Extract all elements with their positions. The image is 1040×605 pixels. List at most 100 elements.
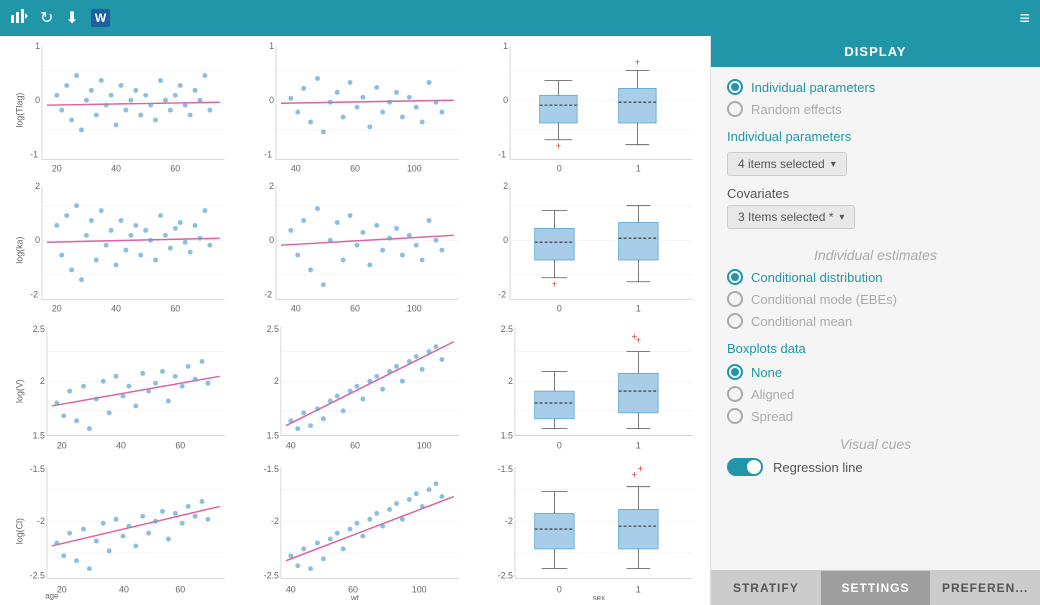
menu-icon[interactable]: ≡ (1019, 8, 1030, 29)
svg-text:-2.5: -2.5 (30, 570, 45, 580)
conditional-mean-label: Conditional mean (751, 314, 852, 329)
svg-text:wt: wt (350, 593, 360, 600)
individual-params-dropdown[interactable]: 4 items selected (727, 152, 847, 176)
individual-parameters-radio[interactable] (727, 79, 743, 95)
random-effects-label: Random effects (751, 102, 842, 117)
svg-text:0: 0 (503, 95, 508, 105)
conditional-distribution-label: Conditional distribution (751, 270, 883, 285)
svg-text:2: 2 (274, 376, 279, 386)
aligned-radio[interactable] (727, 386, 743, 402)
svg-text:1: 1 (636, 440, 641, 450)
svg-text:sex: sex (593, 593, 605, 600)
spread-radio[interactable] (727, 408, 743, 424)
svg-text:0: 0 (557, 584, 562, 594)
chart-icon[interactable] (10, 7, 28, 30)
svg-text:1.5: 1.5 (501, 430, 513, 440)
svg-text:log(Cl): log(Cl) (14, 518, 24, 544)
estimates-group: Conditional distribution Conditional mod… (727, 269, 1024, 329)
aligned-option[interactable]: Aligned (727, 386, 1024, 402)
aligned-label: Aligned (751, 387, 794, 402)
svg-text:2.5: 2.5 (33, 323, 45, 333)
svg-text:1.5: 1.5 (33, 430, 45, 440)
regression-line-toggle[interactable] (727, 458, 763, 476)
svg-text:2: 2 (269, 181, 274, 191)
svg-text:40: 40 (291, 304, 301, 314)
svg-text:-2.5: -2.5 (264, 570, 279, 580)
covariates-dropdown[interactable]: 3 Items selected * (727, 205, 855, 229)
plot-cl-sex: -1.5 -2 -2.5 0 1 sex (473, 462, 705, 600)
spread-label: Spread (751, 409, 793, 424)
svg-text:1.5: 1.5 (267, 430, 279, 440)
boxplots-group: None Aligned Spread (727, 364, 1024, 424)
conditional-mode-radio[interactable] (727, 291, 743, 307)
download-icon[interactable]: ⬇ (65, 8, 78, 28)
visual-cues-title: Visual cues (727, 436, 1024, 452)
svg-text:2.5: 2.5 (267, 323, 279, 333)
svg-text:log(Tlag): log(Tlag) (14, 93, 24, 128)
svg-text:40: 40 (286, 440, 296, 450)
random-effects-radio[interactable] (727, 101, 743, 117)
conditional-mean-radio[interactable] (727, 313, 743, 329)
none-label: None (751, 365, 782, 380)
svg-text:60: 60 (175, 440, 185, 450)
preferences-button[interactable]: PREFEREN... (930, 571, 1040, 605)
conditional-mode-label: Conditional mode (EBEs) (751, 292, 897, 307)
word-icon[interactable]: W (91, 9, 110, 27)
main-content: 1 0 -1 20 40 60 log(Tlag) (0, 36, 1040, 605)
svg-text:log(V): log(V) (14, 379, 24, 403)
svg-text:20: 20 (52, 163, 62, 173)
svg-text:-2: -2 (30, 290, 38, 300)
svg-text:60: 60 (350, 440, 360, 450)
header-icons: ↻ ⬇ W (10, 7, 1019, 30)
none-radio[interactable] (727, 364, 743, 380)
svg-text:-2: -2 (498, 290, 506, 300)
plot-ka-age: 2 0 -2 20 40 60 log(ka) (5, 181, 237, 319)
svg-text:0: 0 (557, 163, 562, 173)
svg-text:log(ka): log(ka) (14, 237, 24, 264)
plot-v-sex: 2.5 2 1.5 0 1 + + (473, 322, 705, 460)
plot-v-wt: 2.5 2 1.5 40 60 100 (239, 322, 471, 460)
svg-text:60: 60 (170, 163, 180, 173)
svg-text:40: 40 (116, 440, 126, 450)
svg-text:100: 100 (417, 440, 432, 450)
svg-text:60: 60 (350, 163, 360, 173)
settings-button[interactable]: SETTINGS (821, 571, 931, 605)
svg-text:1: 1 (35, 41, 40, 51)
svg-text:-1: -1 (264, 150, 272, 160)
svg-text:60: 60 (170, 304, 180, 314)
plot-tlag-wt: 1 0 -1 40 60 100 (239, 41, 471, 179)
svg-text:+: + (556, 142, 562, 153)
svg-text:1: 1 (503, 41, 508, 51)
spread-option[interactable]: Spread (727, 408, 1024, 424)
covariates-label: Covariates (727, 186, 1024, 201)
svg-text:40: 40 (286, 584, 296, 594)
individual-parameters-option[interactable]: Individual parameters (727, 79, 1024, 95)
conditional-mode-option[interactable]: Conditional mode (EBEs) (727, 291, 1024, 307)
display-title: DISPLAY (844, 44, 906, 59)
svg-text:-1: -1 (30, 150, 38, 160)
svg-text:20: 20 (57, 440, 67, 450)
individual-estimates-title: Individual estimates (727, 247, 1024, 263)
refresh-icon[interactable]: ↻ (40, 8, 53, 28)
svg-text:2: 2 (503, 181, 508, 191)
conditional-distribution-radio[interactable] (727, 269, 743, 285)
svg-text:-2: -2 (271, 516, 279, 526)
none-option[interactable]: None (727, 364, 1024, 380)
svg-text:1: 1 (269, 41, 274, 51)
svg-text:60: 60 (350, 304, 360, 314)
svg-text:0: 0 (269, 235, 274, 245)
regression-line-label: Regression line (773, 460, 863, 475)
individual-params-section-title: Individual parameters (727, 129, 1024, 144)
svg-text:age: age (45, 591, 59, 600)
random-effects-option[interactable]: Random effects (727, 101, 1024, 117)
svg-text:-1.5: -1.5 (30, 464, 45, 474)
svg-text:40: 40 (119, 584, 129, 594)
conditional-mean-option[interactable]: Conditional mean (727, 313, 1024, 329)
conditional-distribution-option[interactable]: Conditional distribution (727, 269, 1024, 285)
svg-text:1: 1 (636, 584, 641, 594)
svg-text:0: 0 (557, 440, 562, 450)
right-panel: DISPLAY Individual parameters Random eff… (710, 36, 1040, 605)
svg-text:-1.5: -1.5 (264, 464, 279, 474)
display-mode-group: Individual parameters Random effects (727, 79, 1024, 117)
stratify-button[interactable]: STRATIFY (711, 571, 821, 605)
